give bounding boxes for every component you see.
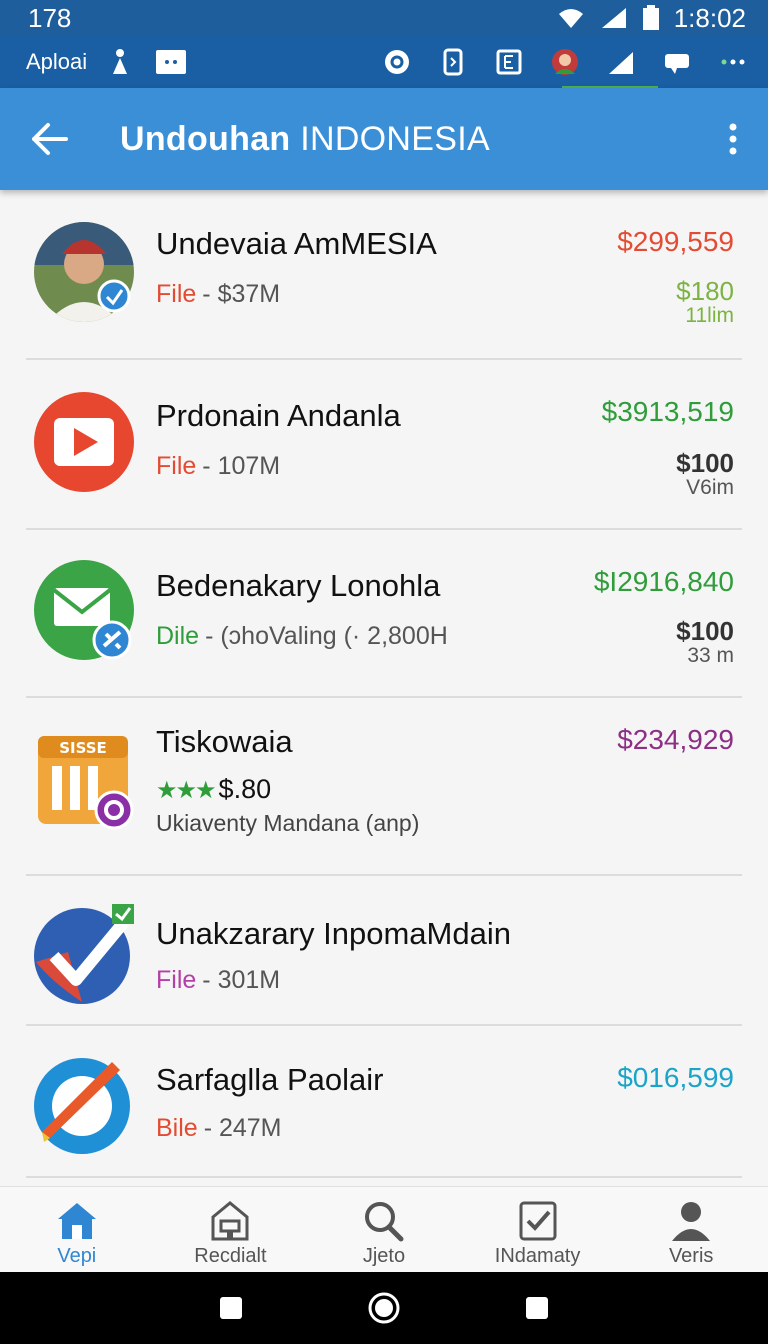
nav-store[interactable]: Recdialt: [154, 1187, 308, 1272]
nav-tasks-label: INdamaty: [494, 1245, 581, 1267]
notif-app-label: Aploai: [26, 49, 88, 74]
person-alert-icon: [113, 49, 128, 74]
more-dots-icon[interactable]: [718, 47, 748, 77]
list-item[interactable]: Prdonain Andanla File - 107M $3913,519 $1…: [0, 360, 768, 528]
bottom-navigation: Vepi Recdialt Jjeto INdamaty Veris: [0, 1186, 768, 1272]
notification-bar: Aploai: [0, 36, 768, 88]
nav-profile[interactable]: Veris: [614, 1187, 768, 1272]
arrow-back-icon: [32, 123, 68, 155]
item-price-secondary: $100: [676, 616, 734, 646]
item-price-note: V6im: [686, 476, 734, 499]
nav-tasks[interactable]: INdamaty: [461, 1187, 615, 1272]
item-title: Undevaia AmMESIA: [156, 226, 437, 261]
list-item[interactable]: Undevaia AmMESIA File - $37M $299,559 $18…: [0, 190, 768, 358]
item-title: Unakzarary InpomaMdain: [156, 916, 511, 951]
person-icon: [672, 1202, 711, 1241]
cell-signal-icon[interactable]: [606, 47, 636, 77]
back-square-icon[interactable]: [217, 1294, 245, 1322]
checkbox-icon: [519, 1201, 557, 1241]
item-subtitle: Bile - 247M: [156, 1114, 282, 1142]
profile-avatar-icon[interactable]: [550, 47, 580, 77]
item-subtitle: Dile - (ɔhoValing (· 2,800H: [156, 622, 448, 650]
item-title: Sarfaglla Paolair: [156, 1062, 384, 1097]
item-subtitle: File - 301M: [156, 966, 281, 994]
battery-icon: [642, 5, 659, 30]
nav-home-label: Vepi: [57, 1245, 97, 1267]
item-price: $I2916,840: [593, 566, 734, 597]
item-developer: Ukiaventy Mandana (anp): [156, 810, 420, 836]
wifi-icon: [558, 9, 583, 28]
home-circle-icon[interactable]: [367, 1291, 401, 1325]
list-item[interactable]: Bedenakary Lonohla Dile - (ɔhoValing (· 2…: [0, 530, 768, 698]
list-item[interactable]: SISSE Tiskowaia ★★★ $.80 Ukiaventy Mandan…: [0, 698, 768, 874]
page-title: Undouhan INDONESIA: [120, 119, 490, 158]
system-navigation-bar: [0, 1272, 768, 1344]
dots-box-icon: [156, 50, 187, 74]
overflow-menu-button[interactable]: [698, 88, 768, 190]
more-vert-icon: [729, 123, 737, 155]
file-e-icon[interactable]: [494, 47, 524, 77]
phone-rotate-icon[interactable]: [438, 47, 468, 77]
nav-search[interactable]: Jjeto: [307, 1187, 461, 1272]
item-price: $3913,519: [601, 396, 734, 427]
list-divider: [26, 1176, 742, 1178]
home-icon: [57, 1203, 96, 1239]
item-title: Tiskowaia: [156, 724, 293, 759]
recents-square-icon[interactable]: [523, 1294, 551, 1322]
nav-profile-label: Veris: [668, 1245, 714, 1267]
status-time: 1:8:02: [673, 2, 746, 33]
item-price-secondary: $180: [676, 276, 734, 306]
status-bar: 178 1:8:02: [0, 0, 768, 36]
checkmark-icon: [34, 904, 134, 1004]
item-price: $299,559: [617, 226, 734, 257]
sync-icon[interactable]: [382, 47, 412, 77]
item-subtitle: File - 107M: [156, 452, 281, 480]
store-icon: [211, 1201, 249, 1241]
back-button[interactable]: [0, 88, 100, 190]
status-notification-count: 178: [28, 2, 72, 33]
chat-icon[interactable]: [662, 47, 692, 77]
play-icon: [34, 392, 134, 492]
list-item[interactable]: Sarfaglla Paolair Bile - 247M $016,599: [0, 1026, 768, 1176]
item-price: $234,929: [617, 724, 734, 755]
nav-store-label: Recdialt: [194, 1245, 267, 1267]
item-title: Prdonain Andanla: [156, 398, 401, 433]
item-price-note: 33 m: [687, 644, 734, 667]
app-grid-icon: SISSE: [38, 736, 134, 830]
app-badge-text: SISSE: [59, 739, 107, 757]
nav-home[interactable]: Vepi: [0, 1187, 154, 1272]
rating-stars-icon: ★★★: [156, 777, 217, 804]
download-list: Undevaia AmMESIA File - $37M $299,559 $18…: [0, 190, 768, 1186]
item-price-note: 11lim: [685, 304, 734, 327]
list-item[interactable]: Unakzarary InpomaMdain File - 301M: [0, 876, 768, 1024]
item-title: Bedenakary Lonohla: [156, 568, 441, 603]
avatar-photo-icon: [34, 222, 134, 322]
signal-icon: [601, 8, 626, 28]
compass-icon: [34, 1058, 130, 1154]
item-price: $016,599: [617, 1062, 734, 1093]
item-price-secondary: $100: [676, 448, 734, 478]
nav-search-label: Jjeto: [362, 1245, 406, 1267]
search-icon: [364, 1202, 404, 1242]
app-bar: Undouhan INDONESIA: [0, 88, 768, 190]
item-subtitle: File - $37M: [156, 280, 281, 308]
item-rating: ★★★ $.80: [156, 774, 272, 804]
mail-icon: [34, 560, 134, 660]
